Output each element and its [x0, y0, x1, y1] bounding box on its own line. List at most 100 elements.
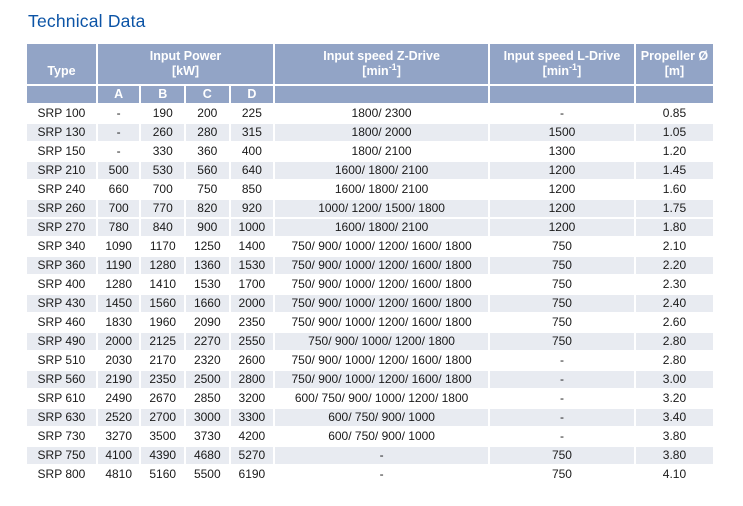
table-row: SRP 6102490267028503200600/ 750/ 900/ 10… — [27, 390, 713, 407]
l-drive-unit-pre: [min — [543, 64, 569, 78]
cell-prop: 2.80 — [636, 352, 713, 369]
cell-b: 5160 — [141, 466, 184, 483]
cell-prop: 2.10 — [636, 238, 713, 255]
page: Technical Data Type Input Power [kW] Inp… — [0, 0, 743, 506]
z-drive-unit-pre: [min — [362, 64, 388, 78]
cell-type: SRP 610 — [27, 390, 96, 407]
cell-type: SRP 510 — [27, 352, 96, 369]
cell-l: 750 — [490, 466, 634, 483]
cell-z: 750/ 900/ 1000/ 1200/ 1800 — [275, 333, 488, 350]
cell-c: 3730 — [186, 428, 229, 445]
cell-prop: 3.80 — [636, 447, 713, 464]
cell-z: 1000/ 1200/ 1500/ 1800 — [275, 200, 488, 217]
cell-z: 600/ 750/ 900/ 1000 — [275, 409, 488, 426]
cell-d: 225 — [231, 105, 274, 122]
subheader-p-empty — [636, 86, 713, 103]
subheader-z-empty — [275, 86, 488, 103]
cell-l: - — [490, 428, 634, 445]
table-row: SRP 2607007708209201000/ 1200/ 1500/ 180… — [27, 200, 713, 217]
cell-type: SRP 630 — [27, 409, 96, 426]
cell-l: - — [490, 371, 634, 388]
cell-type: SRP 210 — [27, 162, 96, 179]
header-input-power-title: Input Power — [98, 49, 273, 64]
cell-d: 640 — [231, 162, 274, 179]
cell-b: 3500 — [141, 428, 184, 445]
cell-c: 2500 — [186, 371, 229, 388]
cell-z: - — [275, 466, 488, 483]
cell-l: - — [490, 409, 634, 426]
table-header: Type Input Power [kW] Input speed Z-Driv… — [27, 44, 713, 103]
cell-a: 660 — [98, 181, 140, 198]
cell-l: 1200 — [490, 181, 634, 198]
cell-a: 500 — [98, 162, 140, 179]
cell-b: 4390 — [141, 447, 184, 464]
cell-prop: 3.20 — [636, 390, 713, 407]
table-row: SRP 2406607007508501600/ 1800/ 210012001… — [27, 181, 713, 198]
cell-prop: 3.80 — [636, 428, 713, 445]
header-l-drive-title: Input speed L-Drive — [490, 49, 634, 64]
cell-z: 750/ 900/ 1000/ 1200/ 1600/ 1800 — [275, 371, 488, 388]
cell-d: 4200 — [231, 428, 274, 445]
cell-z: 750/ 900/ 1000/ 1200/ 1600/ 1800 — [275, 314, 488, 331]
cell-a: - — [98, 143, 140, 160]
subheader-col-d: D — [231, 86, 274, 103]
cell-type: SRP 730 — [27, 428, 96, 445]
cell-a: 1450 — [98, 295, 140, 312]
cell-c: 1250 — [186, 238, 229, 255]
cell-type: SRP 130 — [27, 124, 96, 141]
table-row: SRP 5602190235025002800750/ 900/ 1000/ 1… — [27, 371, 713, 388]
z-drive-unit-sup: -1 — [389, 62, 397, 72]
cell-b: 2670 — [141, 390, 184, 407]
cell-prop: 1.45 — [636, 162, 713, 179]
cell-d: 2600 — [231, 352, 274, 369]
cell-c: 4680 — [186, 447, 229, 464]
page-title: Technical Data — [28, 11, 146, 32]
table-row: SRP 7504100439046805270-7503.80 — [27, 447, 713, 464]
cell-a: 2190 — [98, 371, 140, 388]
header-input-power: Input Power [kW] — [98, 44, 273, 84]
cell-d: 5270 — [231, 447, 274, 464]
cell-a: 2000 — [98, 333, 140, 350]
cell-l: 750 — [490, 333, 634, 350]
table-row: SRP 5102030217023202600750/ 900/ 1000/ 1… — [27, 352, 713, 369]
cell-b: 1960 — [141, 314, 184, 331]
subheader-col-c: C — [186, 86, 229, 103]
header-l-drive: Input speed L-Drive [min-1] — [490, 44, 634, 84]
cell-l: 1200 — [490, 200, 634, 217]
cell-c: 2270 — [186, 333, 229, 350]
cell-d: 3200 — [231, 390, 274, 407]
cell-prop: 2.60 — [636, 314, 713, 331]
cell-b: 2350 — [141, 371, 184, 388]
cell-d: 3300 — [231, 409, 274, 426]
cell-d: 2000 — [231, 295, 274, 312]
cell-z: 1800/ 2300 — [275, 105, 488, 122]
header-propeller: Propeller Ø [m] — [636, 44, 713, 84]
cell-c: 750 — [186, 181, 229, 198]
cell-d: 1400 — [231, 238, 274, 255]
cell-c: 280 — [186, 124, 229, 141]
cell-b: 1410 — [141, 276, 184, 293]
cell-b: 700 — [141, 181, 184, 198]
header-z-drive: Input speed Z-Drive [min-1] — [275, 44, 488, 84]
cell-prop: 4.10 — [636, 466, 713, 483]
cell-l: 750 — [490, 276, 634, 293]
table-row: SRP 130-2602803151800/ 200015001.05 — [27, 124, 713, 141]
cell-z: 1600/ 1800/ 2100 — [275, 181, 488, 198]
l-drive-unit-sup: -1 — [569, 62, 577, 72]
cell-z: 750/ 900/ 1000/ 1200/ 1600/ 1800 — [275, 352, 488, 369]
cell-a: 4810 — [98, 466, 140, 483]
cell-z: 1800/ 2100 — [275, 143, 488, 160]
cell-d: 315 — [231, 124, 274, 141]
cell-prop: 1.20 — [636, 143, 713, 160]
l-drive-unit-post: ] — [577, 64, 581, 78]
cell-b: 1170 — [141, 238, 184, 255]
cell-prop: 1.75 — [636, 200, 713, 217]
cell-d: 1700 — [231, 276, 274, 293]
cell-type: SRP 240 — [27, 181, 96, 198]
cell-a: 2520 — [98, 409, 140, 426]
cell-c: 1660 — [186, 295, 229, 312]
table-row: SRP 3401090117012501400750/ 900/ 1000/ 1… — [27, 238, 713, 255]
cell-a: - — [98, 124, 140, 141]
table-row: SRP 4601830196020902350750/ 900/ 1000/ 1… — [27, 314, 713, 331]
cell-c: 200 — [186, 105, 229, 122]
